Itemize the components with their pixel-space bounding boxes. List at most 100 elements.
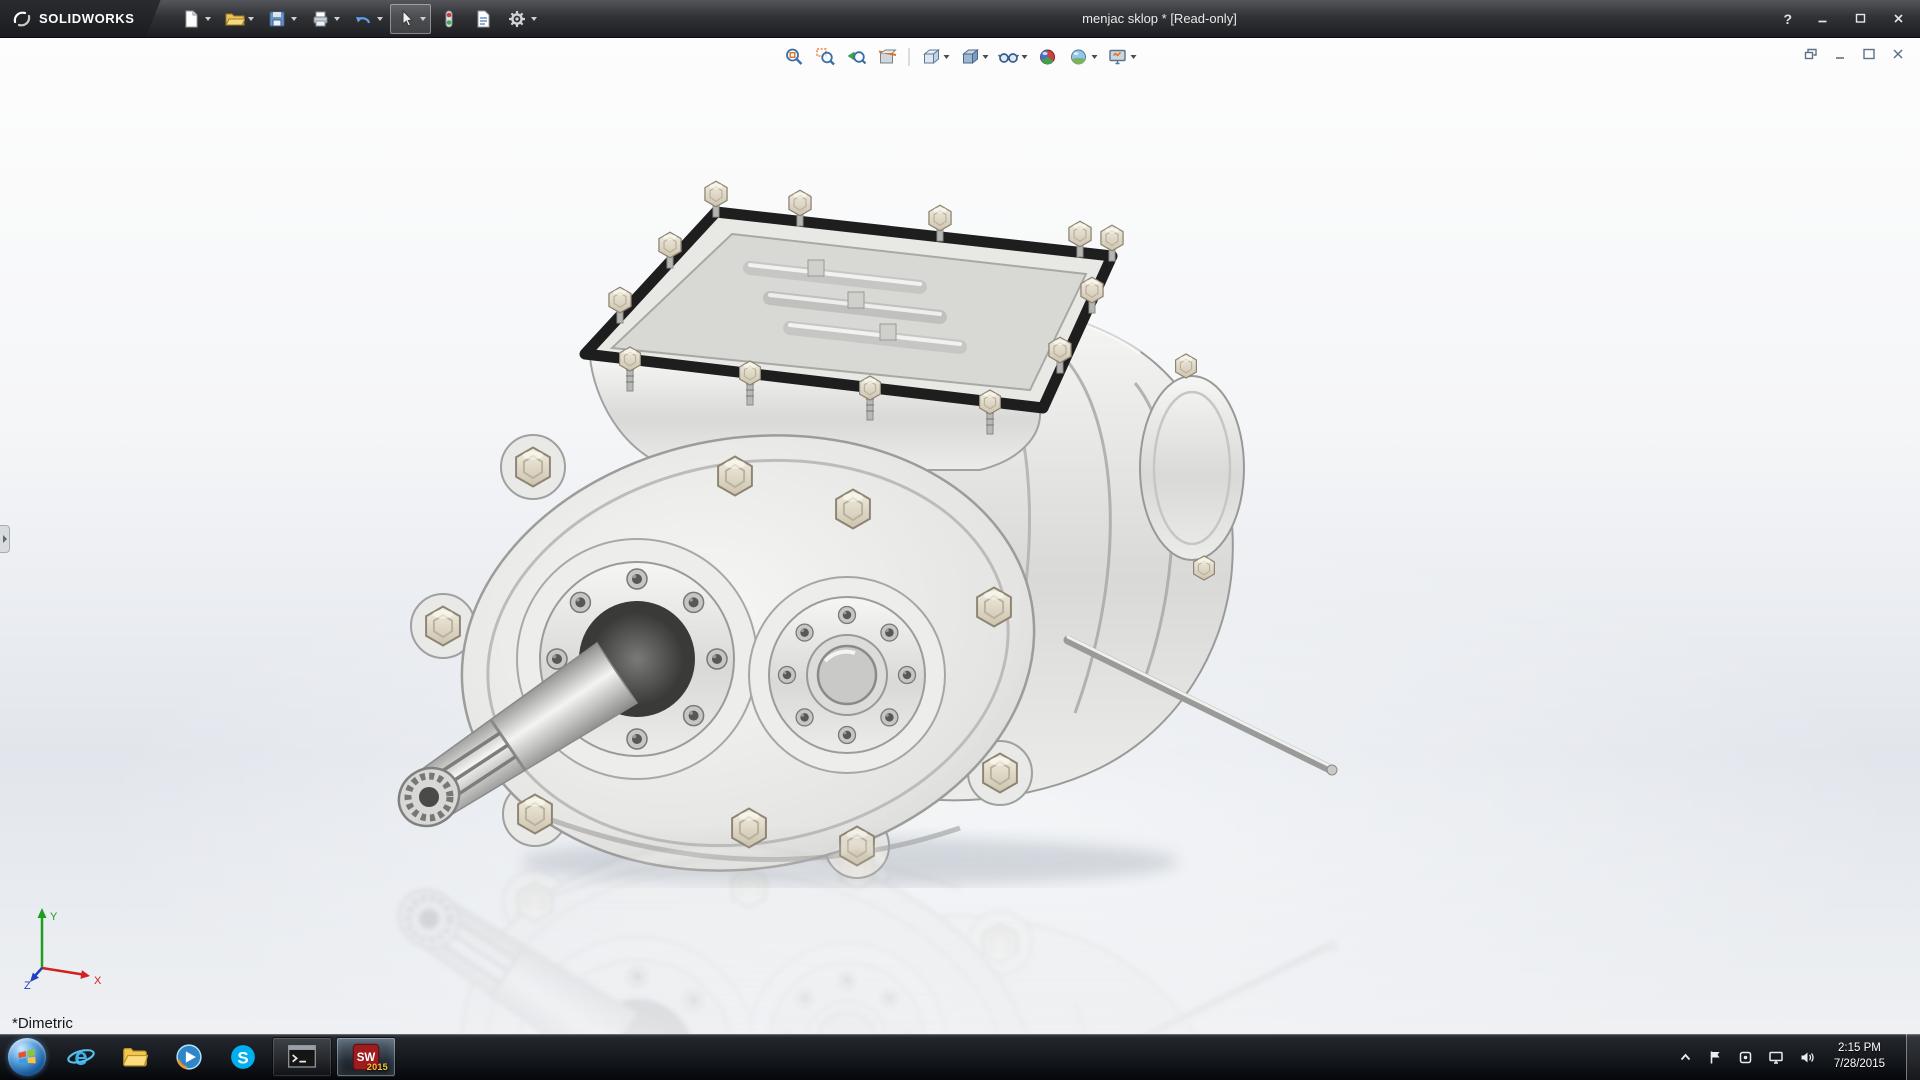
view-orientation-button[interactable]	[917, 44, 953, 70]
tray-app-button[interactable]	[1736, 1048, 1755, 1067]
zoom-to-fit-icon	[784, 46, 806, 68]
volume-button[interactable]	[1797, 1048, 1817, 1067]
triad-y-label: Y	[50, 911, 58, 923]
network-button[interactable]	[1766, 1048, 1786, 1067]
rebuild-button[interactable]	[433, 4, 465, 34]
options-button[interactable]	[501, 4, 542, 34]
skype-letter: S	[237, 1048, 248, 1067]
taskbar-item-windows-explorer[interactable]	[108, 1034, 162, 1080]
doc-minimize-button[interactable]	[1828, 44, 1852, 63]
clock-time: 2:15 PM	[1834, 1041, 1885, 1057]
gearbox-model[interactable]	[380, 168, 1380, 888]
show-hidden-icons-button[interactable]	[1676, 1048, 1695, 1067]
minimize-icon	[1817, 13, 1828, 24]
internet-explorer-icon: e	[66, 1042, 96, 1072]
view-settings-button[interactable]	[1104, 44, 1140, 70]
windows-flag-icon	[16, 1046, 38, 1068]
previous-view-button[interactable]	[843, 44, 871, 70]
file-properties-icon	[472, 8, 494, 30]
zoom-to-area-button[interactable]	[812, 44, 840, 70]
solidworks-version-badge: 2015	[367, 1062, 388, 1072]
orientation-triad[interactable]: Y X Z	[24, 904, 110, 990]
triad-x-label: X	[94, 975, 102, 987]
windows-orb	[8, 1038, 46, 1076]
ie-letter: e	[74, 1044, 87, 1071]
print-icon	[309, 8, 331, 30]
doc-close-icon	[1891, 48, 1905, 60]
tray-app-icon	[1738, 1050, 1753, 1065]
apply-scene-icon	[1068, 46, 1090, 68]
graphics-area[interactable]: Y X Z *Dimetric	[0, 38, 1920, 1034]
print-button[interactable]	[304, 4, 345, 34]
folder-icon	[120, 1042, 150, 1072]
solidworks-logo-icon	[12, 9, 32, 29]
zoom-to-fit-button[interactable]	[781, 44, 809, 70]
help-button[interactable]: ?	[1777, 11, 1798, 27]
headsup-view-toolbar	[781, 44, 1140, 70]
standard-toolbar	[175, 4, 542, 34]
maximize-icon	[1855, 13, 1866, 24]
titlebar: SOLIDWORKS	[0, 0, 1920, 38]
save-floppy-icon	[266, 8, 288, 30]
undo-icon	[352, 8, 374, 30]
taskbar-item-skype[interactable]: S	[216, 1034, 270, 1080]
toolbar-separator	[909, 48, 910, 66]
zoom-to-area-icon	[815, 46, 837, 68]
network-icon	[1768, 1050, 1784, 1065]
brand-text: SOLIDWORKS	[39, 11, 135, 26]
taskbar-item-command-prompt[interactable]	[272, 1037, 332, 1077]
solidworks-logo: SOLIDWORKS	[0, 0, 161, 37]
save-button[interactable]	[261, 4, 302, 34]
hide-show-items-button[interactable]	[995, 44, 1031, 70]
edit-appearance-ball-icon	[1037, 46, 1059, 68]
speaker-icon	[1799, 1050, 1815, 1065]
action-center-button[interactable]	[1706, 1048, 1725, 1067]
edit-appearance-button[interactable]	[1034, 44, 1062, 70]
titlebar-right: ?	[1777, 8, 1920, 30]
doc-maximize-icon	[1862, 48, 1876, 60]
doc-minimize-icon	[1833, 48, 1847, 60]
section-view-icon	[877, 46, 899, 68]
section-view-button[interactable]	[874, 44, 902, 70]
command-prompt-icon	[286, 1043, 318, 1071]
taskbar-item-media-player[interactable]	[162, 1034, 216, 1080]
flag-icon	[1708, 1050, 1723, 1065]
new-document-button[interactable]	[175, 4, 216, 34]
select-cursor-icon	[395, 8, 417, 30]
view-orientation-label: *Dimetric	[12, 1015, 73, 1032]
doc-restore-button[interactable]	[1799, 44, 1823, 63]
solidworks-window: SOLIDWORKS	[0, 0, 1920, 1080]
taskbar-item-solidworks[interactable]: SW 2015	[336, 1037, 396, 1077]
skype-icon: S	[228, 1042, 258, 1072]
maximize-button[interactable]	[1846, 8, 1874, 30]
select-tool-button[interactable]	[390, 4, 431, 34]
window-title: menjac sklop * [Read-only]	[542, 11, 1778, 26]
display-style-icon	[959, 46, 981, 68]
start-button[interactable]	[0, 1034, 54, 1080]
apply-scene-button[interactable]	[1065, 44, 1101, 70]
close-button[interactable]	[1884, 8, 1912, 30]
windows-taskbar: e S	[0, 1034, 1920, 1080]
triad-z-label: Z	[24, 980, 31, 990]
hide-show-glasses-icon	[998, 46, 1020, 68]
panel-arrow-icon	[3, 535, 7, 543]
new-document-icon	[180, 8, 202, 30]
minimize-button[interactable]	[1808, 8, 1836, 30]
doc-close-button[interactable]	[1886, 44, 1910, 63]
undo-button[interactable]	[347, 4, 388, 34]
display-style-button[interactable]	[956, 44, 992, 70]
featuremanager-collapsed-tab[interactable]	[0, 525, 10, 553]
file-properties-button[interactable]	[467, 4, 499, 34]
doc-restore-icon	[1804, 48, 1818, 60]
show-desktop-button[interactable]	[1906, 1034, 1920, 1080]
previous-view-icon	[846, 46, 868, 68]
view-orientation-cube-icon	[920, 46, 942, 68]
options-gear-icon	[506, 8, 528, 30]
chevron-up-icon	[1678, 1050, 1693, 1065]
taskbar-item-internet-explorer[interactable]: e	[54, 1034, 108, 1080]
taskbar-clock[interactable]: 2:15 PM 7/28/2015	[1828, 1041, 1891, 1072]
open-button[interactable]	[218, 4, 259, 34]
close-icon	[1893, 13, 1904, 24]
clock-date: 7/28/2015	[1834, 1057, 1885, 1073]
doc-maximize-button[interactable]	[1857, 44, 1881, 63]
